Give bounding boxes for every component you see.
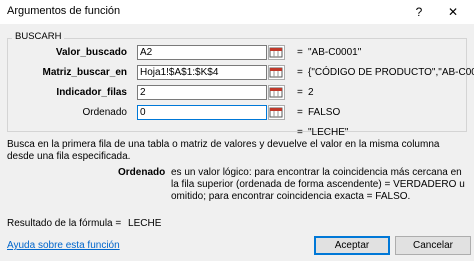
formula-result-label: Resultado de la fórmula = (7, 218, 122, 229)
arg-label-valor-buscado: Valor_buscado (55, 47, 127, 58)
close-icon[interactable]: ✕ (440, 3, 466, 21)
arg-label-ordenado: Ordenado (82, 107, 127, 118)
parameter-description: es un valor lógico: para encontrar la co… (171, 167, 465, 202)
range-selector-icon[interactable] (268, 45, 285, 60)
cancel-button[interactable]: Cancelar (395, 236, 471, 255)
equals-sign: = (297, 67, 303, 78)
arg-result: FALSO (308, 107, 341, 118)
arg-result: {"CÓDIGO DE PRODUCTO","AB-C0001" (308, 67, 474, 78)
window-title: Argumentos de función (7, 5, 121, 17)
matriz-buscar-en-input[interactable]: Hoja1!$A$1:$K$4 (137, 65, 267, 80)
equals-sign: = (297, 107, 303, 118)
arg-label-matriz-buscar-en: Matriz_buscar_en (42, 67, 127, 78)
formula-result-value: LECHE (128, 218, 162, 229)
parameter-name: Ordenado (118, 167, 166, 178)
ok-button[interactable]: Aceptar (314, 236, 390, 255)
equals-sign: = (297, 127, 303, 138)
indicador-filas-input[interactable]: 2 (137, 85, 267, 100)
valor-buscado-input[interactable]: A2 (137, 45, 267, 60)
function-description: Busca en la primera fila de una tabla o … (7, 139, 440, 162)
function-name: BUSCARH (12, 31, 65, 42)
equals-sign: = (297, 87, 303, 98)
range-selector-icon[interactable] (268, 85, 285, 100)
equals-sign: = (297, 47, 303, 58)
formula-result: Resultado de la fórmula = LECHE (7, 218, 161, 229)
ordenado-input[interactable]: 0 (137, 105, 267, 120)
function-result: "LECHE" (308, 127, 349, 138)
arg-result: "AB-C0001" (308, 47, 362, 58)
arg-result: 2 (308, 87, 314, 98)
range-selector-icon[interactable] (268, 105, 285, 120)
arg-label-indicador-filas: Indicador_filas (56, 87, 127, 98)
help-icon[interactable]: ? (406, 3, 432, 21)
range-selector-icon[interactable] (268, 65, 285, 80)
title-bar: Argumentos de función ? ✕ (0, 0, 474, 24)
help-link[interactable]: Ayuda sobre esta función (7, 240, 120, 251)
